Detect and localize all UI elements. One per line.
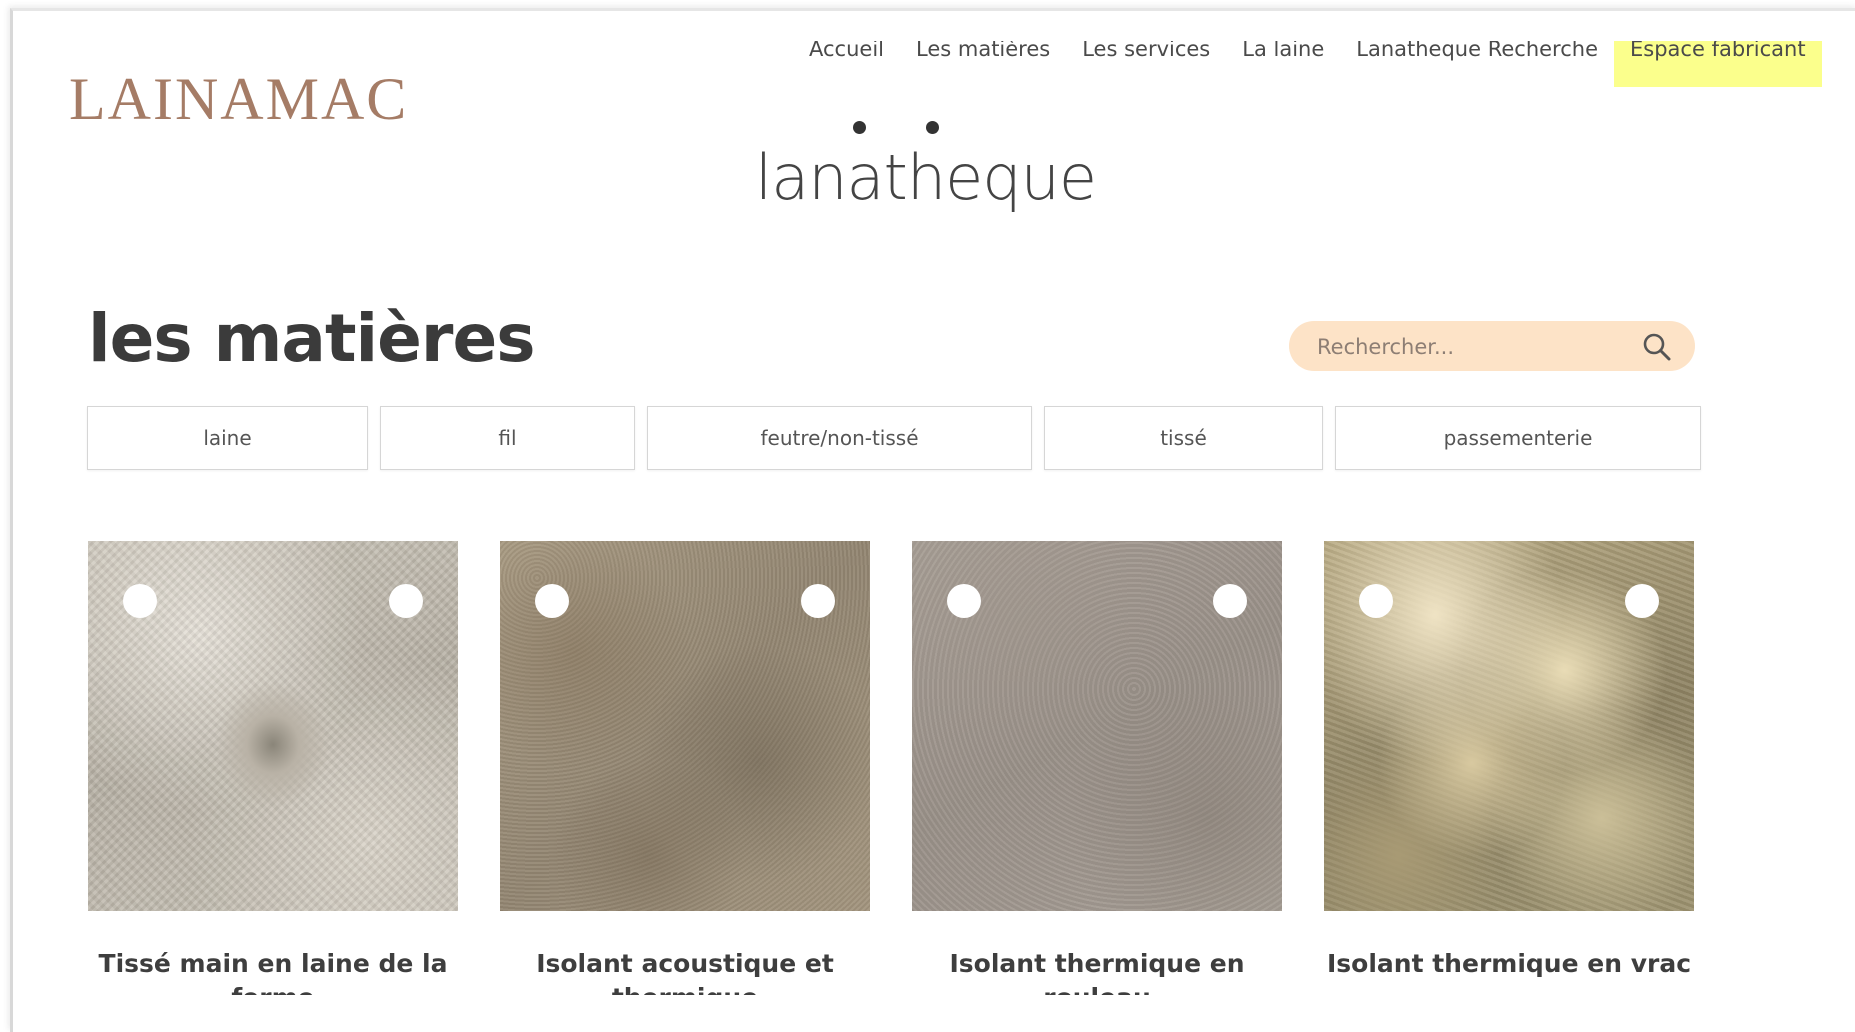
filter-feutre-non-tisse[interactable]: feutre/non-tissé: [647, 406, 1032, 470]
lanatheque-logo[interactable]: lanatheque: [755, 111, 1097, 221]
product-title[interactable]: Isolant acoustique et thermique: [500, 947, 870, 995]
swatch-hole: [123, 584, 157, 618]
product-card[interactable]: Isolant thermique en vrac: [1324, 541, 1694, 995]
page-title: les matières: [88, 300, 535, 377]
swatch-hole: [801, 584, 835, 618]
product-grid: Tissé main en laine de la ferme Isolant …: [88, 541, 1694, 995]
product-card[interactable]: Isolant acoustique et thermique: [500, 541, 870, 995]
search-input[interactable]: [1315, 330, 1619, 364]
product-image-loose-wool[interactable]: [1324, 541, 1694, 911]
nav-espace-fabricant[interactable]: Espace fabricant: [1614, 41, 1822, 87]
filter-passementerie[interactable]: passementerie: [1335, 406, 1701, 470]
logo-dot-left: [853, 121, 866, 134]
logo-dot-right: [926, 121, 939, 134]
swatch-hole: [389, 584, 423, 618]
product-card[interactable]: Tissé main en laine de la ferme: [88, 541, 458, 995]
search-icon[interactable]: [1641, 331, 1673, 363]
filter-tisse[interactable]: tissé: [1044, 406, 1323, 470]
nav-accueil[interactable]: Accueil: [793, 41, 900, 69]
swatch-hole: [1213, 584, 1247, 618]
nav-la-laine[interactable]: La laine: [1226, 41, 1340, 69]
product-title[interactable]: Isolant thermique en vrac: [1324, 947, 1694, 995]
category-filters: laine fil feutre/non-tissé tissé passeme…: [87, 406, 1701, 470]
lanatheque-wordmark: lanatheque: [755, 141, 1097, 214]
swatch-hole: [1359, 584, 1393, 618]
top-navigation: Accueil Les matières Les services La lai…: [793, 41, 1822, 111]
swatch-hole: [535, 584, 569, 618]
nav-les-matieres[interactable]: Les matières: [900, 41, 1066, 69]
product-card[interactable]: Isolant thermique en rouleau: [912, 541, 1282, 995]
product-title[interactable]: Isolant thermique en rouleau: [912, 947, 1282, 995]
swatch-hole: [1625, 584, 1659, 618]
product-image-felt-roll[interactable]: [912, 541, 1282, 911]
brand-logo[interactable]: LAINAMAC: [69, 69, 408, 129]
filter-fil[interactable]: fil: [380, 406, 635, 470]
swatch-hole: [947, 584, 981, 618]
product-image-felt-panel[interactable]: [500, 541, 870, 911]
filter-laine[interactable]: laine: [87, 406, 368, 470]
page: LAINAMAC Accueil Les matières Les servic…: [10, 8, 1855, 1032]
product-title[interactable]: Tissé main en laine de la ferme: [88, 947, 458, 995]
product-image-woven-wool[interactable]: [88, 541, 458, 911]
search-bar: [1289, 321, 1695, 371]
nav-lanatheque-recherche[interactable]: Lanatheque Recherche: [1340, 41, 1614, 69]
nav-les-services[interactable]: Les services: [1066, 41, 1226, 69]
